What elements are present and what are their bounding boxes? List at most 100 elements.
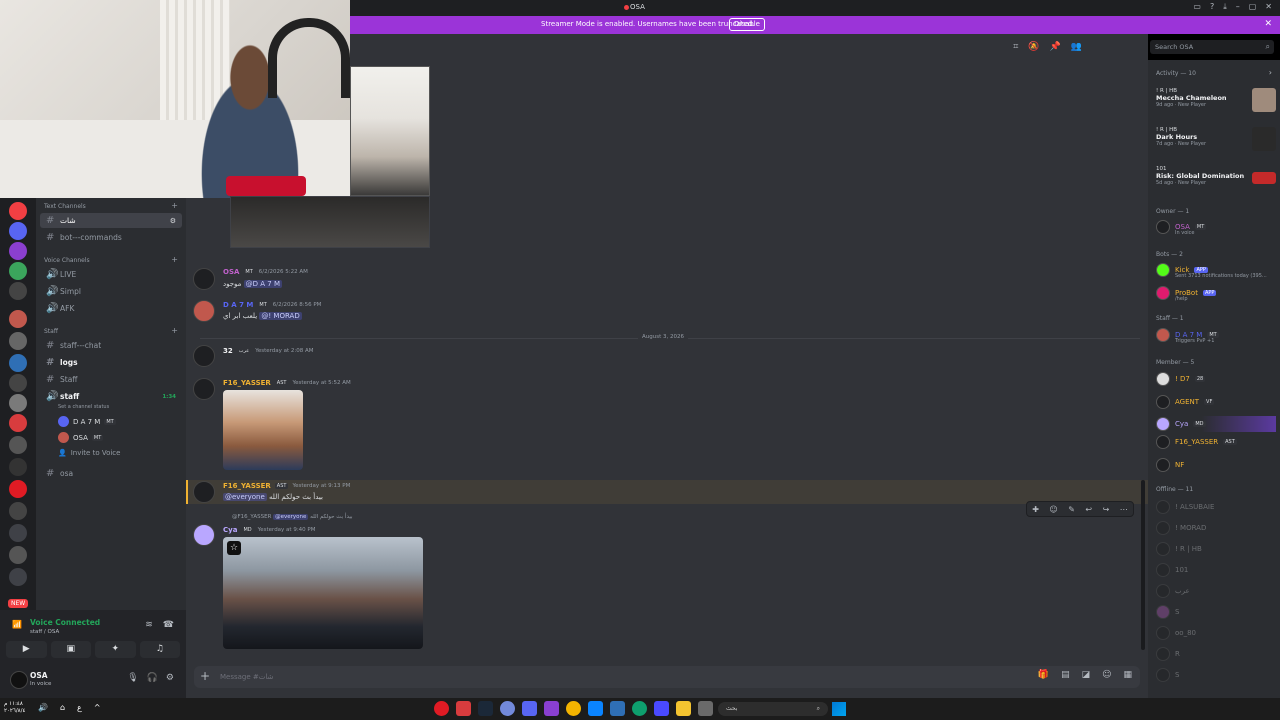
close-window-icon[interactable]: ✕ [1265,2,1272,12]
server-icon[interactable] [9,480,27,498]
mention[interactable]: @everyone [223,493,267,501]
favorite-star-icon[interactable]: ☆ [227,541,241,555]
voice-channel-simpl[interactable]: 🔊 Simpl [40,284,182,299]
microphone-icon[interactable]: 🎙 [127,673,138,683]
disconnect-icon[interactable]: ☎ [163,620,174,630]
minimize-icon[interactable]: – [1236,2,1240,12]
server-icon[interactable] [9,374,27,392]
edge-icon[interactable] [632,701,647,716]
chat-scrollbar[interactable] [1141,480,1145,650]
download-icon[interactable]: ⤓ [1223,2,1227,12]
taskbar-clock[interactable]: ١١:٤٨ م ٢٠٢٦/٨/٤ [4,701,25,715]
gift-icon[interactable]: 🎁 [1038,670,1049,680]
network-icon[interactable]: ⌂ [60,703,65,712]
sticker-icon[interactable]: ◪ [1082,670,1091,680]
attachment-image-top[interactable] [230,196,430,248]
avatar[interactable] [193,524,215,546]
activity-card[interactable]: 101 Risk: Global Domination 5d ago · New… [1156,166,1276,196]
message-author[interactable]: F16_YASSER [223,379,271,387]
reply-icon[interactable]: ↩ [1085,505,1092,514]
mention[interactable]: @! MORAD [259,312,302,320]
activity-card[interactable]: ! R | HB Dark Hours 7d ago · New Player [1156,127,1276,157]
voice-channel-live[interactable]: 🔊 LIVE [40,267,182,282]
soundboard-button[interactable]: ♫ [139,641,180,658]
message-author[interactable]: F16_YASSER [223,482,271,490]
member-item[interactable]: S [1156,668,1179,682]
chevron-right-icon[interactable]: › [1269,68,1272,77]
message-author[interactable]: Cya [223,526,237,534]
disable-streamer-mode-button[interactable]: Disable [729,18,765,31]
taskbar-search[interactable]: بحث ⌕ [718,702,828,716]
server-icon[interactable] [9,310,27,328]
channel-bot-commands[interactable]: # bot---commands [40,230,182,245]
server-icon[interactable] [9,524,27,542]
member-item[interactable]: NF [1156,458,1184,472]
server-icon[interactable] [9,332,27,350]
server-icon[interactable] [9,282,27,300]
add-channel-icon[interactable]: + [171,255,178,264]
category-staff[interactable]: Staff [44,328,58,335]
settings-gear-icon[interactable]: ⚙ [166,673,174,683]
calendar-icon[interactable] [610,701,625,716]
channel-status-hint[interactable]: Set a channel status [58,404,109,410]
chrome-icon[interactable] [566,701,581,716]
headset-icon[interactable]: 🎧 [147,673,158,683]
maximize-icon[interactable]: ▢ [1249,2,1257,12]
member-item[interactable]: ! R | HB [1156,542,1202,556]
tray-expand-icon[interactable]: ^ [94,703,101,712]
reaction-icon[interactable]: ✚ [1032,505,1039,514]
emoji-icon[interactable]: ☺ [1049,505,1057,514]
reply-preview[interactable]: @F16_YASSER @everyone بيدأ بث حولكم الله [232,514,353,520]
voice-channel-staff[interactable]: 🔊 staff 1:34 [40,389,182,404]
server-icon[interactable] [9,568,27,586]
voice-connected-title[interactable]: Voice Connected [30,618,100,627]
member-item[interactable]: 101 [1156,563,1188,577]
member-item[interactable]: AGENT VF [1156,395,1215,409]
member-item[interactable]: oo_80 [1156,626,1196,640]
avatar[interactable] [193,268,215,290]
gif-icon[interactable]: ▤ [1061,670,1070,680]
avatar[interactable] [193,345,215,367]
pin-icon[interactable]: 📌 [1050,42,1061,52]
activity-card[interactable]: ! R | HB Meccha Chameleon 9d ago · New P… [1156,88,1276,118]
speaker-icon[interactable]: 🔊 [38,703,48,712]
invite-to-voice[interactable]: 👤 Invite to Voice [58,449,120,457]
voice-user[interactable]: OSA MT [58,432,104,443]
steam-icon[interactable] [478,701,493,716]
screenshare-button[interactable]: ▣ [50,641,91,658]
member-item[interactable]: S [1156,605,1179,619]
server-icon[interactable] [9,502,27,520]
channel-chat[interactable]: # شات ⚙ [40,213,182,228]
voice-user[interactable]: D A 7 M MT [58,416,116,427]
emoji-icon[interactable]: ☺ [1102,670,1111,680]
member-item[interactable]: ! MORAD [1156,521,1206,535]
banner-close-icon[interactable]: ✕ [1264,19,1272,29]
channel-staff[interactable]: # Staff [40,372,182,387]
add-channel-icon[interactable]: + [171,326,178,335]
member-item[interactable]: ! D7 28 [1156,372,1206,386]
member-item[interactable]: ! ALSUBAIE [1156,500,1214,514]
app-icon[interactable] [456,701,471,716]
mention[interactable]: @D A 7 M [243,280,283,288]
server-icon[interactable] [9,242,27,260]
forward-icon[interactable]: ↪ [1103,505,1110,514]
app-icon[interactable] [544,701,559,716]
threads-icon[interactable]: ⌗ [1013,42,1018,52]
mute-icon[interactable]: 🔕 [1028,42,1039,52]
camera-button[interactable]: ▶ [6,641,47,658]
server-icon[interactable] [9,222,27,240]
avatar[interactable] [10,671,28,689]
avatar[interactable] [193,378,215,400]
app-icon[interactable] [500,701,515,716]
attachment-image-reaction[interactable]: ☆ [223,537,423,649]
message-author[interactable]: D A 7 M [223,301,253,309]
category-voice-channels[interactable]: Voice Channels [44,257,90,264]
message-input[interactable] [220,670,1000,684]
server-icon[interactable] [9,202,27,220]
help-icon[interactable]: ? [1210,2,1214,12]
message-author[interactable]: OSA [223,268,239,276]
user-name[interactable]: OSA [30,671,48,680]
edit-icon[interactable]: ✎ [1068,505,1075,514]
server-icon[interactable] [9,414,27,432]
obs-icon[interactable] [434,701,449,716]
